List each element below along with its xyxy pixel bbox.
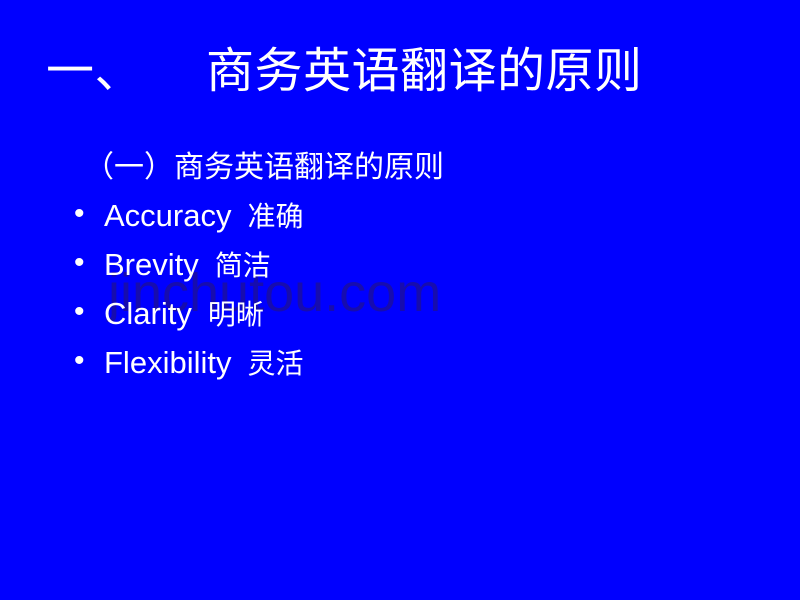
list-item: • Accuracy 准确 [74, 197, 304, 249]
bullet-label-chinese: 简洁 [214, 249, 271, 282]
bullet-label-chinese: 明晰 [207, 298, 264, 331]
bullet-label-english: Clarity [104, 296, 192, 331]
bullet-dot-icon: • [74, 246, 85, 279]
bullet-dot-icon: • [74, 344, 85, 377]
bullet-dot-icon: • [74, 197, 85, 230]
bullet-label-chinese: 灵活 [247, 347, 304, 380]
bullet-dot-icon: • [74, 295, 85, 328]
slide-subtitle: （一）商务英语翻译的原则 [84, 150, 444, 185]
bullet-label-english: Accuracy [104, 198, 232, 233]
list-item: • Flexibility 灵活 [74, 344, 304, 396]
list-item: • Clarity 明晰 [74, 295, 304, 347]
presentation-slide: jinchutou.com 一、 商务英语翻译的原则 （一）商务英语翻译的原则 … [0, 0, 800, 600]
bullet-label-chinese: 准确 [247, 200, 304, 233]
list-item: • Brevity 简洁 [74, 246, 304, 298]
bullet-label-english: Flexibility [104, 345, 232, 380]
slide-title: 一、 商务英语翻译的原则 [46, 43, 643, 99]
bullet-label-english: Brevity [104, 247, 199, 282]
principles-bullet-list: • Accuracy 准确 • Brevity 简洁 • Clarity 明晰 … [74, 197, 304, 396]
